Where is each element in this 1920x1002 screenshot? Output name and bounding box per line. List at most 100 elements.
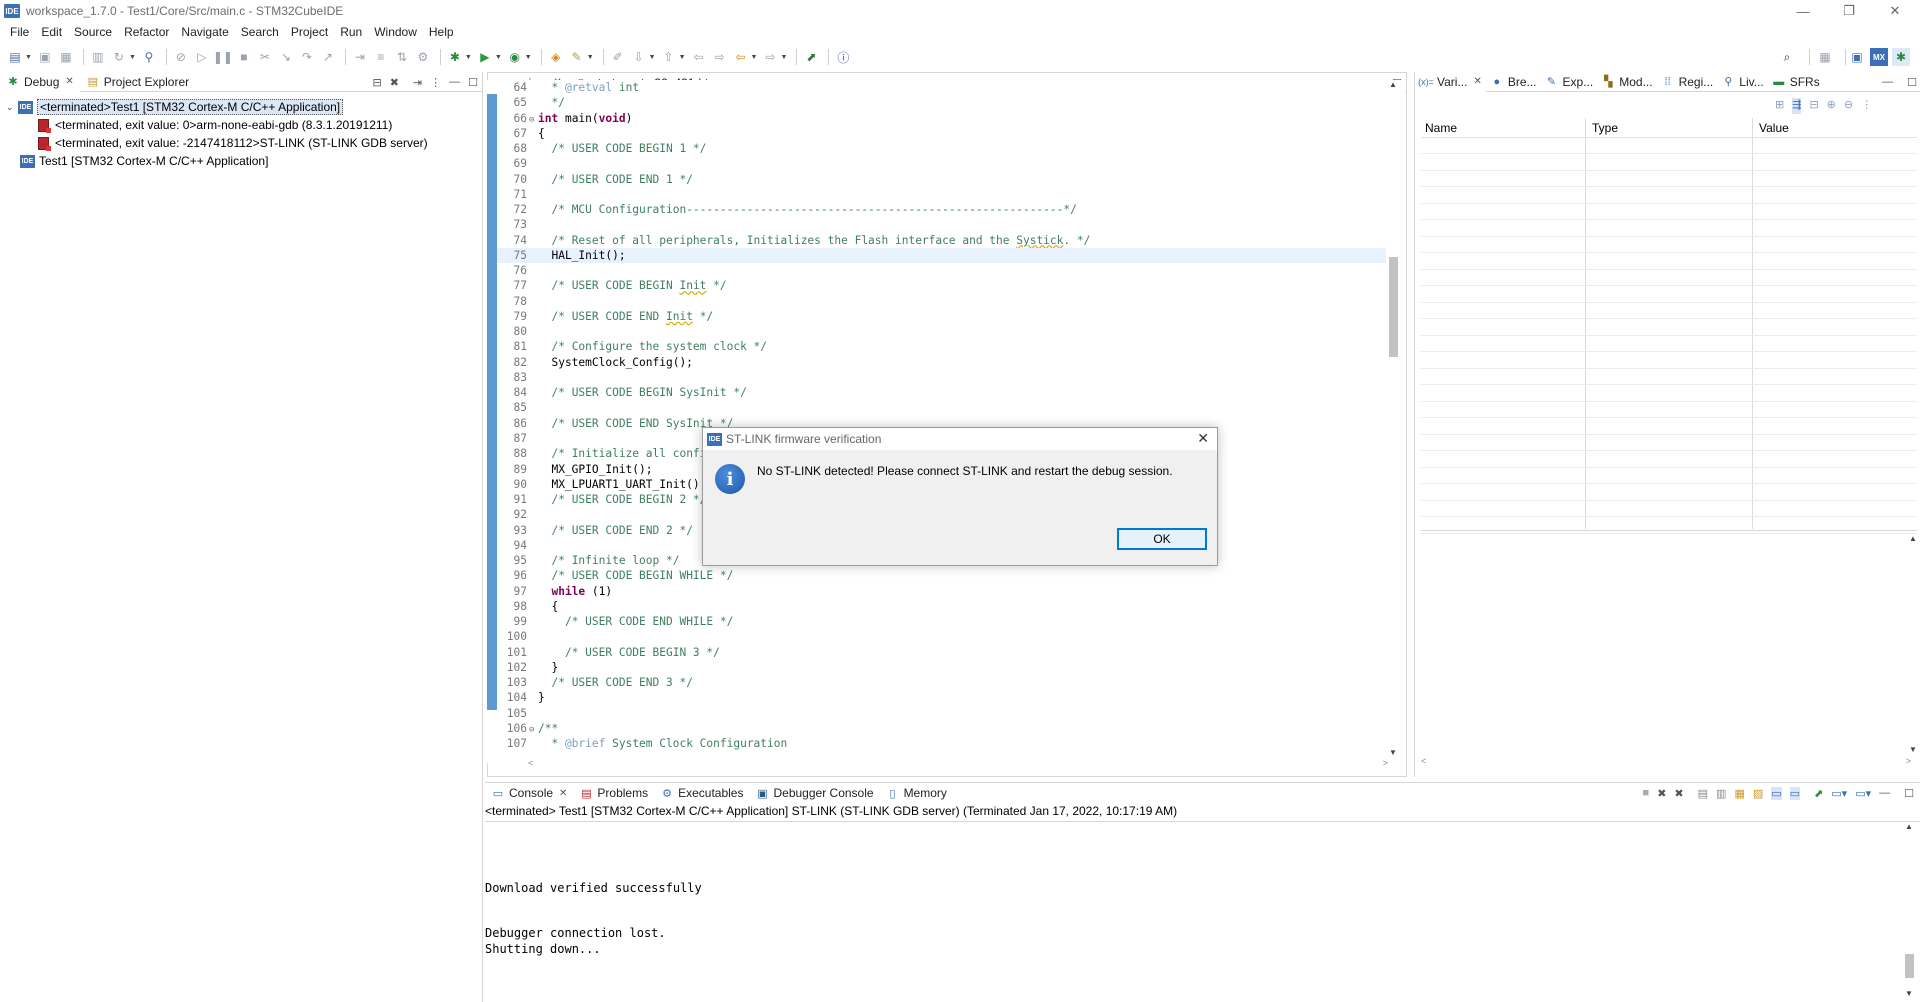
instruction-step-icon[interactable]: ⇥ [351, 48, 369, 66]
maximize-view-icon[interactable]: ☐ [1904, 787, 1914, 800]
remove-all-terminated-icon[interactable]: ✖ [390, 76, 399, 89]
show-stderr-icon[interactable]: ▭ [1789, 786, 1801, 800]
view-menu-icon[interactable]: ⋮ [1861, 98, 1872, 114]
table-row[interactable] [1421, 468, 1917, 484]
scroll-down-icon[interactable]: ▼ [1909, 745, 1917, 754]
maximize-view-icon[interactable]: ☐ [468, 76, 478, 89]
tab-breakpoints[interactable]: ● Bre... [1486, 72, 1541, 92]
dropdown-arrow-icon[interactable]: ▼ [751, 54, 758, 61]
menu-run[interactable]: Run [334, 25, 368, 39]
menu-window[interactable]: Window [368, 25, 423, 39]
close-tab-icon[interactable]: ✕ [1473, 76, 1481, 87]
tree-item-stlink[interactable]: <terminated, exit value: -2147418112>ST-… [38, 134, 428, 152]
table-row[interactable] [1421, 138, 1917, 154]
minimize-view-icon[interactable]: — [1879, 787, 1890, 799]
save-all-icon[interactable]: ▦ [57, 48, 75, 66]
restore-button[interactable]: ❐ [1826, 0, 1872, 22]
run-icon[interactable]: ▶ [476, 48, 494, 66]
table-row[interactable] [1421, 452, 1917, 468]
menu-help[interactable]: Help [423, 25, 460, 39]
build-all-icon[interactable]: ▥ [89, 48, 107, 66]
step-over-icon[interactable]: ↷ [298, 48, 316, 66]
reset-icon[interactable]: ⇅ [393, 48, 411, 66]
prev-annotation-icon[interactable]: ⇧ [660, 48, 678, 66]
open-console-icon[interactable]: ▭▾ [1855, 787, 1871, 800]
dropdown-arrow-icon[interactable]: ▼ [129, 54, 136, 61]
dropdown-arrow-icon[interactable]: ▼ [679, 54, 686, 61]
menu-file[interactable]: File [4, 25, 35, 39]
table-row[interactable] [1421, 386, 1917, 402]
tab-project-explorer[interactable]: ▤ Project Explorer [80, 72, 195, 92]
scroll-down-icon[interactable]: ▼ [1905, 989, 1913, 998]
menu-refactor[interactable]: Refactor [118, 25, 175, 39]
scroll-down-icon[interactable]: ▼ [1389, 748, 1397, 757]
build-icon[interactable]: ↻ [110, 48, 128, 66]
scroll-thumb[interactable] [1905, 954, 1914, 978]
debug-launch-icon[interactable]: ✱ [446, 48, 464, 66]
expand-chevron-icon[interactable]: ⌄ [6, 102, 18, 113]
close-tab-icon[interactable]: ✕ [65, 76, 73, 87]
scroll-left-icon[interactable]: < [1421, 756, 1426, 766]
resume-icon[interactable]: ▷ [193, 48, 211, 66]
dropdown-arrow-icon[interactable]: ▼ [495, 54, 502, 61]
table-row[interactable] [1421, 171, 1917, 187]
collapse-all-icon[interactable]: ⊟ [372, 76, 381, 89]
table-row[interactable] [1421, 485, 1917, 501]
table-row[interactable] [1421, 270, 1917, 286]
table-row[interactable] [1421, 435, 1917, 451]
scroll-up-icon[interactable]: ▲ [1389, 80, 1397, 89]
scroll-lock-icon[interactable]: ▥ [1716, 787, 1726, 800]
clear-console-icon[interactable]: ▤ [1698, 787, 1708, 800]
dropdown-arrow-icon[interactable]: ▼ [649, 54, 656, 61]
add-global-variables-icon[interactable]: ⊕ [1827, 98, 1836, 114]
tab-modules[interactable]: ▚ Mod... [1597, 72, 1656, 92]
dialog-close-icon[interactable]: ✕ [1197, 430, 1209, 447]
dropdown-arrow-icon[interactable]: ▼ [25, 54, 32, 61]
save-icon[interactable]: ▣ [36, 48, 54, 66]
external-tools-icon[interactable]: ◉ [506, 48, 524, 66]
collapse-all-icon[interactable]: ⊟ [1809, 98, 1818, 114]
close-tab-icon[interactable]: ✕ [559, 788, 567, 799]
suspend-icon[interactable]: ❚❚ [213, 48, 233, 66]
remove-launch-icon[interactable]: ✖ [1657, 787, 1666, 800]
open-perspective-icon[interactable]: ▦ [1816, 48, 1834, 66]
maximize-view-icon[interactable]: ☐ [1907, 76, 1917, 89]
tab-debugger-console[interactable]: ▣ Debugger Console [749, 783, 879, 803]
menu-edit[interactable]: Edit [35, 25, 68, 39]
cpp-perspective-icon[interactable]: ▣ [1848, 48, 1866, 66]
table-row[interactable] [1421, 320, 1917, 336]
terminate-icon[interactable]: ■ [235, 48, 253, 66]
open-type-icon[interactable]: ◈ [547, 48, 565, 66]
table-row[interactable] [1421, 402, 1917, 418]
details-vscrollbar[interactable]: ▲ ▼ [1907, 534, 1919, 754]
column-value[interactable]: Value [1759, 121, 1789, 135]
scroll-right-icon[interactable]: > [1906, 756, 1911, 766]
search-icon[interactable]: ⌕ [1778, 48, 1796, 66]
scroll-thumb[interactable] [1389, 257, 1398, 357]
scroll-right-icon[interactable]: > [1383, 758, 1388, 768]
table-row[interactable] [1421, 501, 1917, 517]
pin-editor-icon[interactable]: ⬈ [802, 48, 820, 66]
remove-all-terminated-icon[interactable]: ✖ [1674, 787, 1683, 800]
tab-variables[interactable]: (x)= Vari... ✕ [1415, 71, 1486, 92]
forward-edit-icon[interactable]: ⇨ [711, 48, 729, 66]
new-icon[interactable]: ▤ [6, 48, 24, 66]
dropdown-arrow-icon[interactable]: ▼ [780, 54, 787, 61]
table-row[interactable] [1421, 188, 1917, 204]
tree-item-launch[interactable]: ⌄ IDE <terminated>Test1 [STM32 Cortex-M … [6, 98, 344, 116]
toggle-mark-icon[interactable]: ✐ [609, 48, 627, 66]
minimize-view-icon[interactable]: — [449, 76, 460, 88]
table-row[interactable] [1421, 254, 1917, 270]
tab-debug[interactable]: ✱ Debug ✕ [0, 71, 80, 92]
terminate-icon[interactable]: ■ [1643, 787, 1650, 799]
show-stdout-icon[interactable]: ▭ [1771, 786, 1782, 800]
skip-breakpoints-icon[interactable]: ⊘ [172, 48, 190, 66]
dropdown-arrow-icon[interactable]: ▼ [465, 54, 472, 61]
menu-search[interactable]: Search [235, 25, 285, 39]
info-tool-icon[interactable]: ⓘ [834, 48, 852, 66]
show-logical-structure-icon[interactable]: ⇶ [1792, 98, 1802, 114]
tab-live-expressions[interactable]: ⚲ Liv... [1717, 72, 1767, 92]
tab-problems[interactable]: ▤ Problems [573, 783, 654, 803]
tab-console[interactable]: ▭ Console ✕ [485, 783, 574, 803]
debug-perspective-icon[interactable]: ✱ [1892, 48, 1910, 66]
